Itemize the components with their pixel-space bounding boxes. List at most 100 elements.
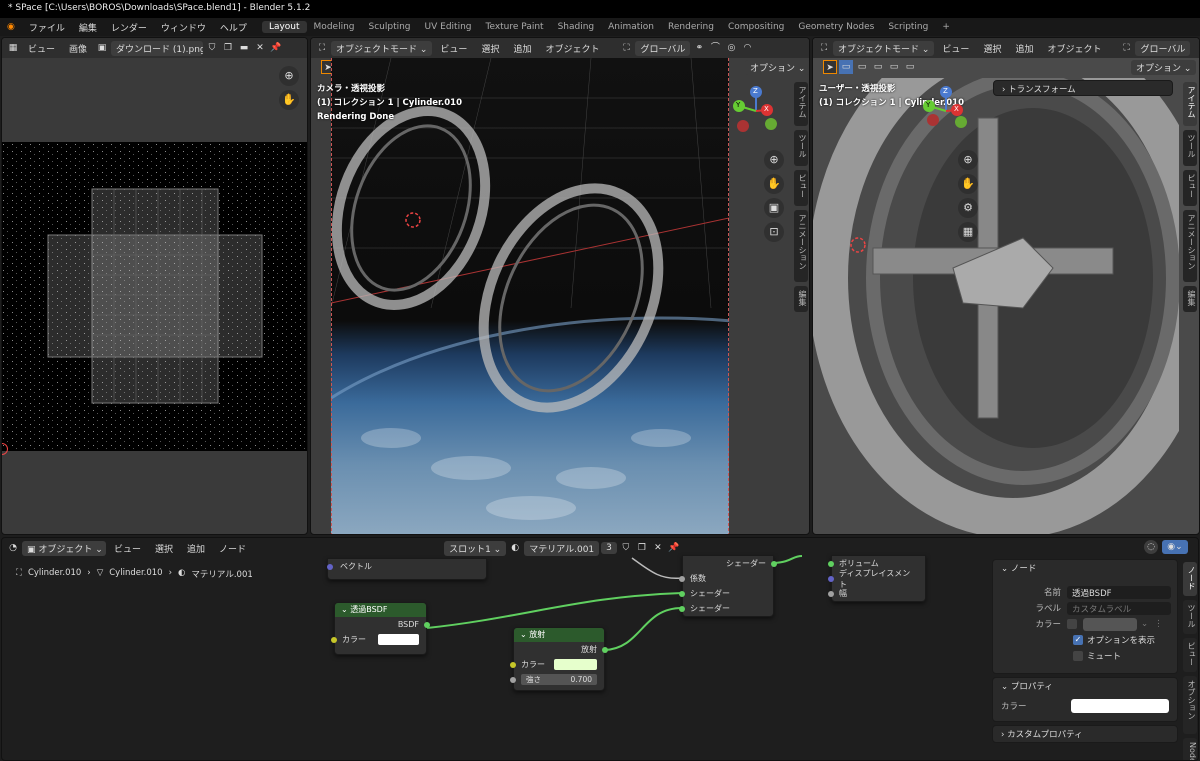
node-label-field[interactable]: カスタムラベル	[1067, 601, 1171, 615]
node-emission[interactable]: ⌄ 放射 放射 カラー 強さ 0.700	[510, 627, 608, 691]
color-swatch[interactable]	[377, 634, 419, 645]
options-dropdown[interactable]: オプション ⌄	[745, 60, 809, 75]
node-transparent-bsdf[interactable]: ⌄ 透過BSDF BSDF カラー	[331, 602, 430, 655]
transform-panel[interactable]: › トランスフォーム	[993, 80, 1173, 96]
sidebar-tab-view[interactable]: ビュー	[1183, 638, 1197, 672]
menu-select[interactable]: 選択	[977, 42, 1007, 55]
camera-view-icon[interactable]: ▣	[764, 198, 784, 218]
strength-input-socket[interactable]	[510, 677, 516, 683]
zoom-icon[interactable]: ⊕	[764, 150, 784, 170]
node-material-output[interactable]: ボリューム ディスプレイスメント 幅	[828, 555, 926, 602]
menu-window[interactable]: ウィンドウ	[154, 21, 213, 34]
options-dropdown[interactable]: オプション ⌄	[1131, 60, 1197, 75]
lock-icon[interactable]: ⊡	[764, 222, 784, 242]
image-name-field[interactable]: ダウンロード (1).png	[111, 40, 204, 56]
side-tab-animation[interactable]: アニメーション	[794, 210, 808, 282]
tab-scripting[interactable]: Scripting	[881, 21, 935, 33]
shader-output-socket[interactable]	[771, 561, 777, 567]
node-name-field[interactable]: 透過BSDF	[1067, 585, 1171, 599]
add-workspace-button[interactable]: +	[935, 21, 957, 33]
thickness-input-socket[interactable]	[828, 591, 834, 597]
grid-icon[interactable]: ▦	[958, 222, 978, 242]
tab-shading[interactable]: Shading	[551, 21, 602, 33]
menu-help[interactable]: ヘルプ	[213, 21, 254, 34]
image-menu-view[interactable]: ビュー	[22, 42, 61, 55]
color-presets-dropdown[interactable]: ⌄	[1141, 619, 1148, 629]
menu-render[interactable]: レンダー	[104, 21, 154, 34]
mute-checkbox[interactable]	[1073, 651, 1083, 661]
snap-icon[interactable]: ⌒	[708, 41, 722, 55]
zoom-icon[interactable]: ⊕	[958, 150, 978, 170]
bsdf-output-socket[interactable]	[424, 622, 430, 628]
volume-input-socket[interactable]	[828, 561, 834, 567]
sidebar-tab-tool[interactable]: ツール	[1183, 600, 1197, 634]
side-tab-edit[interactable]: 編集	[794, 286, 808, 312]
menu-object[interactable]: オブジェクト	[1041, 42, 1107, 55]
emission-output-socket[interactable]	[602, 647, 608, 653]
pan-hand-icon[interactable]: ✋	[279, 90, 299, 110]
props-color-swatch[interactable]	[1071, 699, 1169, 713]
falloff-icon[interactable]: ◠	[740, 41, 754, 55]
tab-modeling[interactable]: Modeling	[307, 21, 362, 33]
tab-rendering[interactable]: Rendering	[661, 21, 721, 33]
tab-layout[interactable]: Layout	[261, 21, 307, 33]
unlink-close-icon[interactable]: ✕	[253, 41, 267, 55]
pan-hand-icon[interactable]: ✋	[764, 174, 784, 194]
image-canvas[interactable]	[2, 142, 307, 451]
overlay-toggle-icon[interactable]: ◌	[1144, 540, 1158, 554]
mode-dropdown[interactable]: オブジェクトモード ⌄	[833, 40, 935, 56]
open-folder-icon[interactable]: ▬	[237, 41, 251, 55]
editor-type-icon[interactable]: ▦	[6, 41, 20, 55]
select-tool-icon[interactable]: ➤	[823, 60, 837, 74]
editor-type-icon[interactable]: ⛶	[315, 41, 329, 55]
pin-icon[interactable]: 📌	[269, 41, 283, 55]
color-swatch[interactable]	[554, 659, 597, 670]
pan-hand-icon[interactable]: ✋	[958, 174, 978, 194]
transform-orientation-icon[interactable]: ⛶	[619, 41, 633, 55]
gizmo-toggle-icon[interactable]: ◉⌄	[1162, 540, 1188, 554]
custom-properties-header[interactable]: › カスタムプロパティ	[993, 726, 1177, 742]
side-tab-tool[interactable]: ツール	[794, 130, 808, 166]
side-tab-tool[interactable]: ツール	[1183, 130, 1197, 166]
node-header[interactable]: ⌄ 放射	[514, 628, 604, 642]
fac-input-socket[interactable]	[679, 576, 685, 582]
displacement-input-socket[interactable]	[828, 576, 834, 582]
pivot-icon[interactable]: ⚭	[692, 41, 706, 55]
camera-render-view[interactable]	[331, 58, 729, 534]
tab-geometry-nodes[interactable]: Geometry Nodes	[791, 21, 881, 33]
shader-input-socket-2[interactable]	[679, 606, 685, 612]
sidebar-tab-node-wrangler[interactable]: Node	[1183, 738, 1197, 760]
select-extend-icon[interactable]: ▭	[855, 60, 869, 74]
side-tab-item[interactable]: アイテム	[1183, 82, 1197, 126]
select-new-icon[interactable]: ▭	[839, 60, 853, 74]
use-color-checkbox[interactable]	[1067, 619, 1077, 629]
node-panel-header[interactable]: ⌄ ノード	[993, 560, 1177, 576]
proportional-edit-icon[interactable]: ◎	[724, 41, 738, 55]
menu-file[interactable]: ファイル	[22, 21, 72, 34]
tab-texture-paint[interactable]: Texture Paint	[478, 21, 550, 33]
color-input-socket[interactable]	[510, 662, 516, 668]
node-mix-shader[interactable]: シェーダー 係数 シェーダー シェーダー	[679, 555, 777, 617]
menu-add[interactable]: 追加	[1009, 42, 1039, 55]
node-header[interactable]: ⌄ 透過BSDF	[335, 603, 426, 617]
duplicate-image-icon[interactable]: ❐	[221, 41, 235, 55]
editor-type-icon[interactable]: ⛶	[817, 41, 831, 55]
menu-object[interactable]: オブジェクト	[539, 42, 605, 55]
node-color-field[interactable]	[1083, 617, 1137, 631]
shader-input-socket-1[interactable]	[679, 591, 685, 597]
image-browse-icon[interactable]: ▣	[95, 41, 109, 55]
zoom-icon[interactable]: ⊕	[279, 66, 299, 86]
side-tab-animation[interactable]: アニメーション	[1183, 210, 1197, 282]
side-tab-edit[interactable]: 編集	[1183, 286, 1197, 312]
side-tab-view[interactable]: ビュー	[1183, 170, 1197, 206]
image-menu-image[interactable]: 画像	[63, 42, 93, 55]
node-texture-coordinate[interactable]: ベクトル	[327, 558, 487, 580]
navigation-gizmo[interactable]: Z Y X	[921, 86, 971, 136]
vector-socket[interactable]	[327, 564, 333, 570]
color-input-socket[interactable]	[331, 637, 337, 643]
transform-orientation-icon[interactable]: ⛶	[1119, 41, 1133, 55]
menu-view[interactable]: ビュー	[434, 42, 473, 55]
tab-uv-editing[interactable]: UV Editing	[418, 21, 479, 33]
custom-properties-panel[interactable]: › カスタムプロパティ	[992, 725, 1178, 743]
fake-user-shield-icon[interactable]: ⛉	[205, 41, 219, 55]
